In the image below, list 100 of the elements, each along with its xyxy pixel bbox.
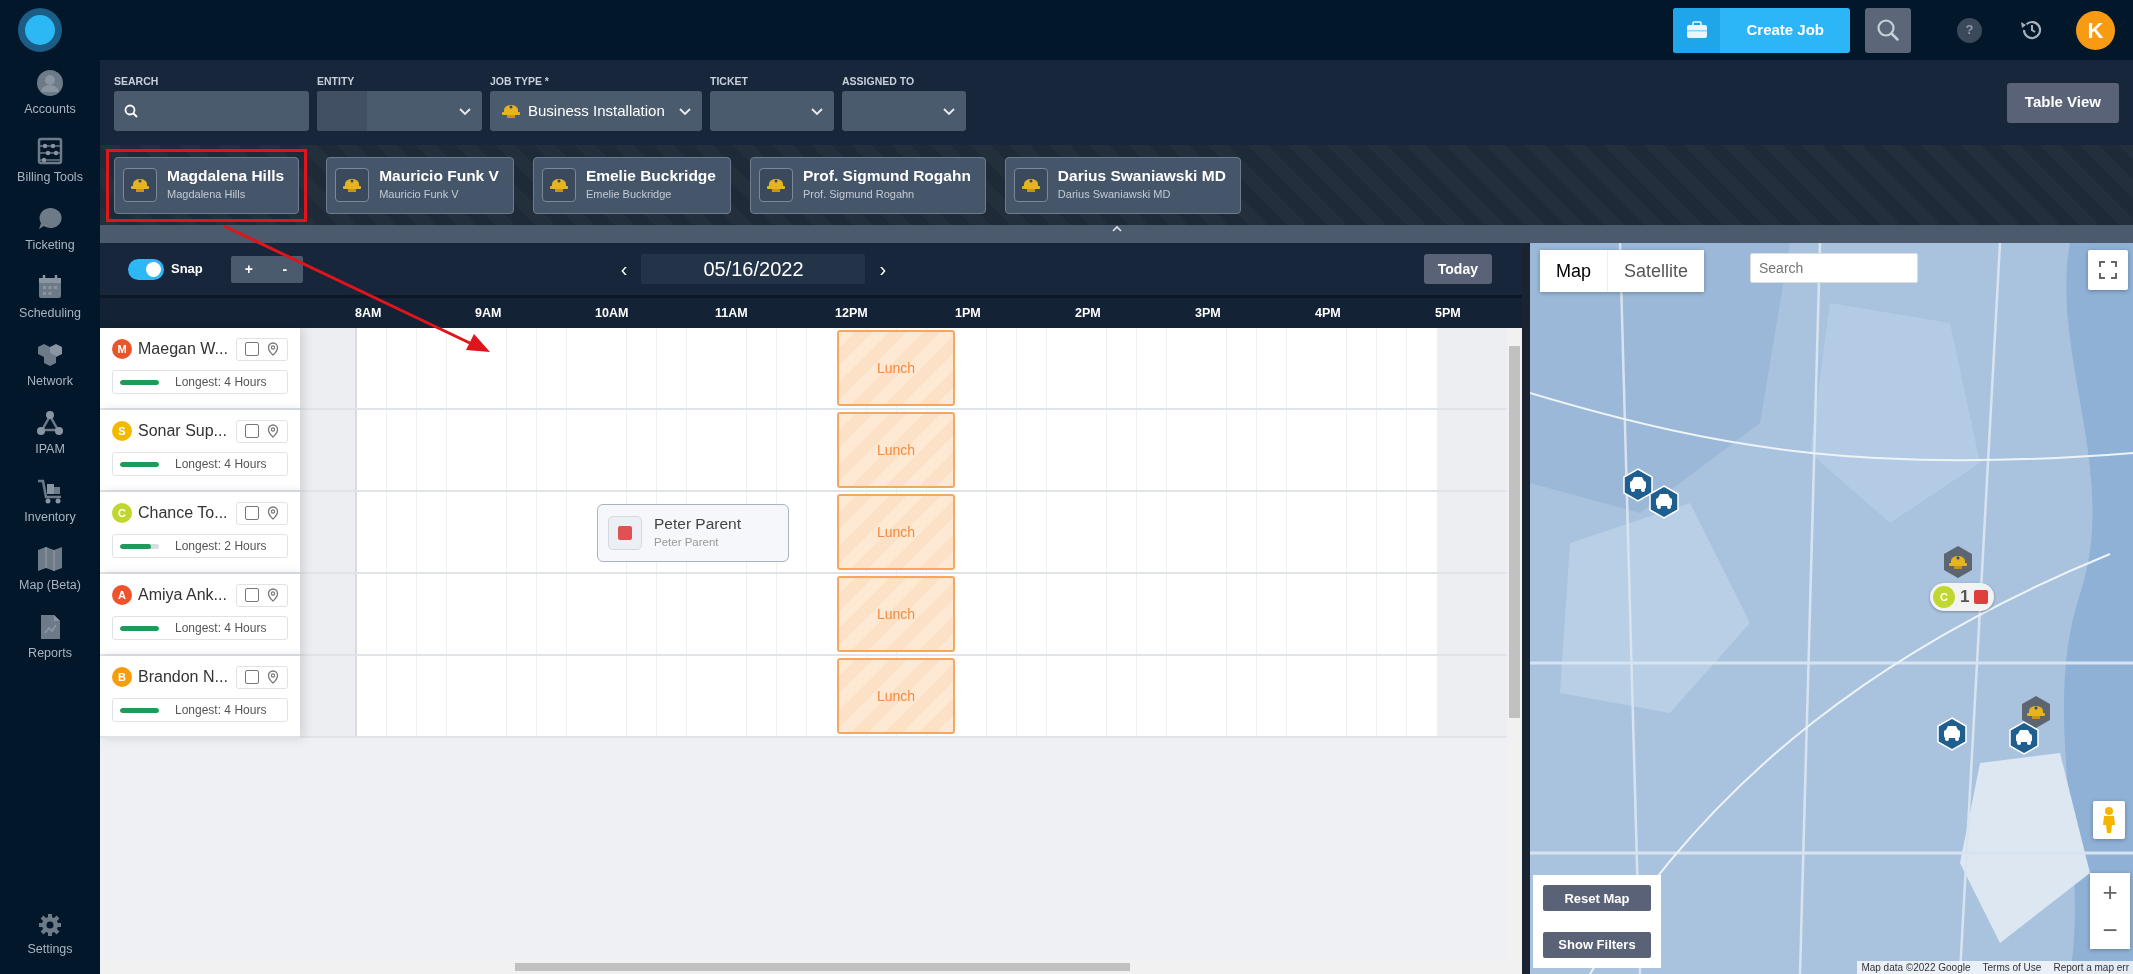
location-pin-icon[interactable] — [267, 670, 279, 684]
longest-label: Longest: 4 Hours — [175, 374, 267, 391]
map-cluster-marker[interactable]: C 1 — [1930, 583, 1995, 611]
snap-toggle[interactable] — [128, 258, 164, 280]
resource-name: Sonar Sup... — [138, 421, 227, 441]
search-icon — [124, 104, 138, 118]
job-card[interactable]: Peter Parent Peter Parent — [597, 504, 789, 562]
lunch-block: Lunch — [837, 330, 955, 406]
technician-name: Magdalena Hills — [167, 167, 285, 187]
search-button[interactable] — [1865, 7, 1911, 53]
map-zoom-out-button[interactable]: − — [2090, 911, 2130, 949]
avatar: B — [112, 667, 132, 687]
lunch-block: Lunch — [837, 658, 955, 734]
technician-card[interactable]: Emelie Buckridge Emelie Buckridge — [532, 156, 731, 214]
technician-name: Emelie Buckridge — [585, 167, 716, 187]
select-field[interactable]: Business Installation — [490, 91, 702, 131]
field-label: ENTITY — [317, 74, 356, 86]
longest-label: Longest: 4 Hours — [175, 456, 267, 473]
field-label: ASSIGNED TO — [842, 74, 916, 86]
technician-card[interactable]: Prof. Sigmund Rogahn Prof. Sigmund Rogahn — [749, 156, 986, 214]
checkbox[interactable] — [245, 506, 259, 520]
cart-icon — [36, 477, 64, 506]
today-button[interactable]: Today — [1423, 254, 1492, 284]
lunch-block: Lunch — [837, 494, 955, 570]
map-link[interactable]: Terms of Use — [1982, 960, 2042, 974]
technician-subtitle: Mauricio Funk V — [379, 187, 460, 203]
hour-label: 3PM — [1195, 305, 1221, 320]
checkbox[interactable] — [245, 424, 259, 438]
sidebar-item[interactable]: IPAM — [0, 400, 100, 468]
hour-label: 10AM — [595, 305, 629, 320]
hat-marker-icon[interactable] — [2020, 695, 2052, 729]
select-field[interactable] — [710, 91, 834, 131]
lunch-block: Lunch — [837, 576, 955, 652]
technician-subtitle: Magdalena Hills — [167, 187, 247, 203]
map-link[interactable]: Report a map err — [2053, 960, 2129, 974]
map-zoom-in-button[interactable]: + — [2090, 873, 2130, 911]
hour-label: 1PM — [955, 305, 981, 320]
car-marker-icon[interactable] — [1648, 485, 1680, 519]
longest-label: Longest: 4 Hours — [175, 620, 267, 637]
resource-name: Chance To... — [138, 503, 228, 523]
technician-card[interactable]: Darius Swaniawski MD Darius Swaniawski MD — [1004, 156, 1241, 214]
sidebar-item[interactable]: Accounts — [0, 60, 100, 128]
map-type-tab[interactable]: Map — [1540, 250, 1607, 292]
location-pin-icon[interactable] — [267, 342, 279, 356]
checkbox[interactable] — [245, 588, 259, 602]
technician-name: Prof. Sigmund Rogahn — [802, 167, 971, 187]
search-field[interactable] — [114, 91, 309, 131]
sidebar-item[interactable]: Ticketing — [0, 196, 100, 264]
checkbox[interactable] — [245, 342, 259, 356]
technician-card[interactable]: Mauricio Funk V Mauricio Funk V — [326, 156, 514, 214]
car-marker-icon[interactable] — [2008, 721, 2040, 755]
collapse-icon[interactable] — [1110, 225, 1123, 233]
map-search-field[interactable]: Search — [1750, 253, 1918, 283]
chevron-down-icon — [678, 105, 692, 117]
hat-marker-icon[interactable] — [1942, 545, 1974, 579]
table-view-button[interactable]: Table View — [2006, 82, 2119, 123]
field-value: Business Installation — [528, 100, 665, 121]
hour-label: 9AM — [475, 305, 502, 320]
sidebar-item[interactable]: Network — [0, 332, 100, 400]
logo[interactable] — [18, 8, 62, 52]
car-marker-icon[interactable] — [1936, 717, 1968, 751]
sidebar-item[interactable]: Map (Beta) — [0, 536, 100, 604]
map-button[interactable]: Reset Map — [1543, 885, 1651, 912]
checkbox[interactable] — [245, 670, 259, 684]
select-field[interactable] — [842, 91, 966, 131]
location-pin-icon[interactable] — [267, 506, 279, 520]
technician-card[interactable]: Magdalena Hills Magdalena Hills — [114, 156, 300, 214]
map-attribution: Map data ©2022 Google — [1861, 961, 1971, 974]
technician-name: Mauricio Funk V — [379, 167, 499, 187]
previous-day-button[interactable]: ‹ — [606, 254, 642, 284]
technician-name: Darius Swaniawski MD — [1057, 167, 1226, 187]
field-label: SEARCH — [114, 74, 160, 86]
avatar: S — [112, 421, 132, 441]
resource-name: Brandon N... — [138, 667, 228, 687]
field-label: TICKET — [710, 74, 749, 86]
sidebar-item[interactable]: Scheduling — [0, 264, 100, 332]
map-icon — [36, 545, 64, 574]
hour-label: 2PM — [1075, 305, 1101, 320]
sidebar-item[interactable]: Settings — [0, 902, 100, 970]
car-marker-icon[interactable] — [1622, 468, 1654, 502]
person-icon — [2101, 806, 2117, 834]
next-day-button[interactable]: › — [865, 254, 901, 284]
avatar: A — [112, 585, 132, 605]
map-type-tab[interactable]: Satellite — [1607, 250, 1705, 292]
search-icon — [1876, 18, 1900, 42]
resource-name: Maegan W... — [138, 339, 228, 359]
select-field[interactable] — [317, 91, 482, 131]
sidebar-item[interactable]: Reports — [0, 604, 100, 672]
status-square — [1974, 590, 1989, 604]
lunch-block: Lunch — [837, 412, 955, 488]
sidebar-item[interactable]: Inventory — [0, 468, 100, 536]
abacus-icon — [36, 137, 64, 166]
location-pin-icon[interactable] — [267, 588, 279, 602]
chevron-down-icon — [458, 105, 472, 117]
fullscreen-button[interactable] — [2088, 250, 2128, 290]
sidebar-item[interactable]: Billing Tools — [0, 128, 100, 196]
schedule-lane[interactable]: Peter Parent Peter Parent Lunch — [300, 492, 1507, 574]
location-pin-icon[interactable] — [267, 424, 279, 438]
zoom-in-button[interactable]: + — [230, 255, 267, 283]
map-button[interactable]: Show Filters — [1543, 931, 1651, 958]
